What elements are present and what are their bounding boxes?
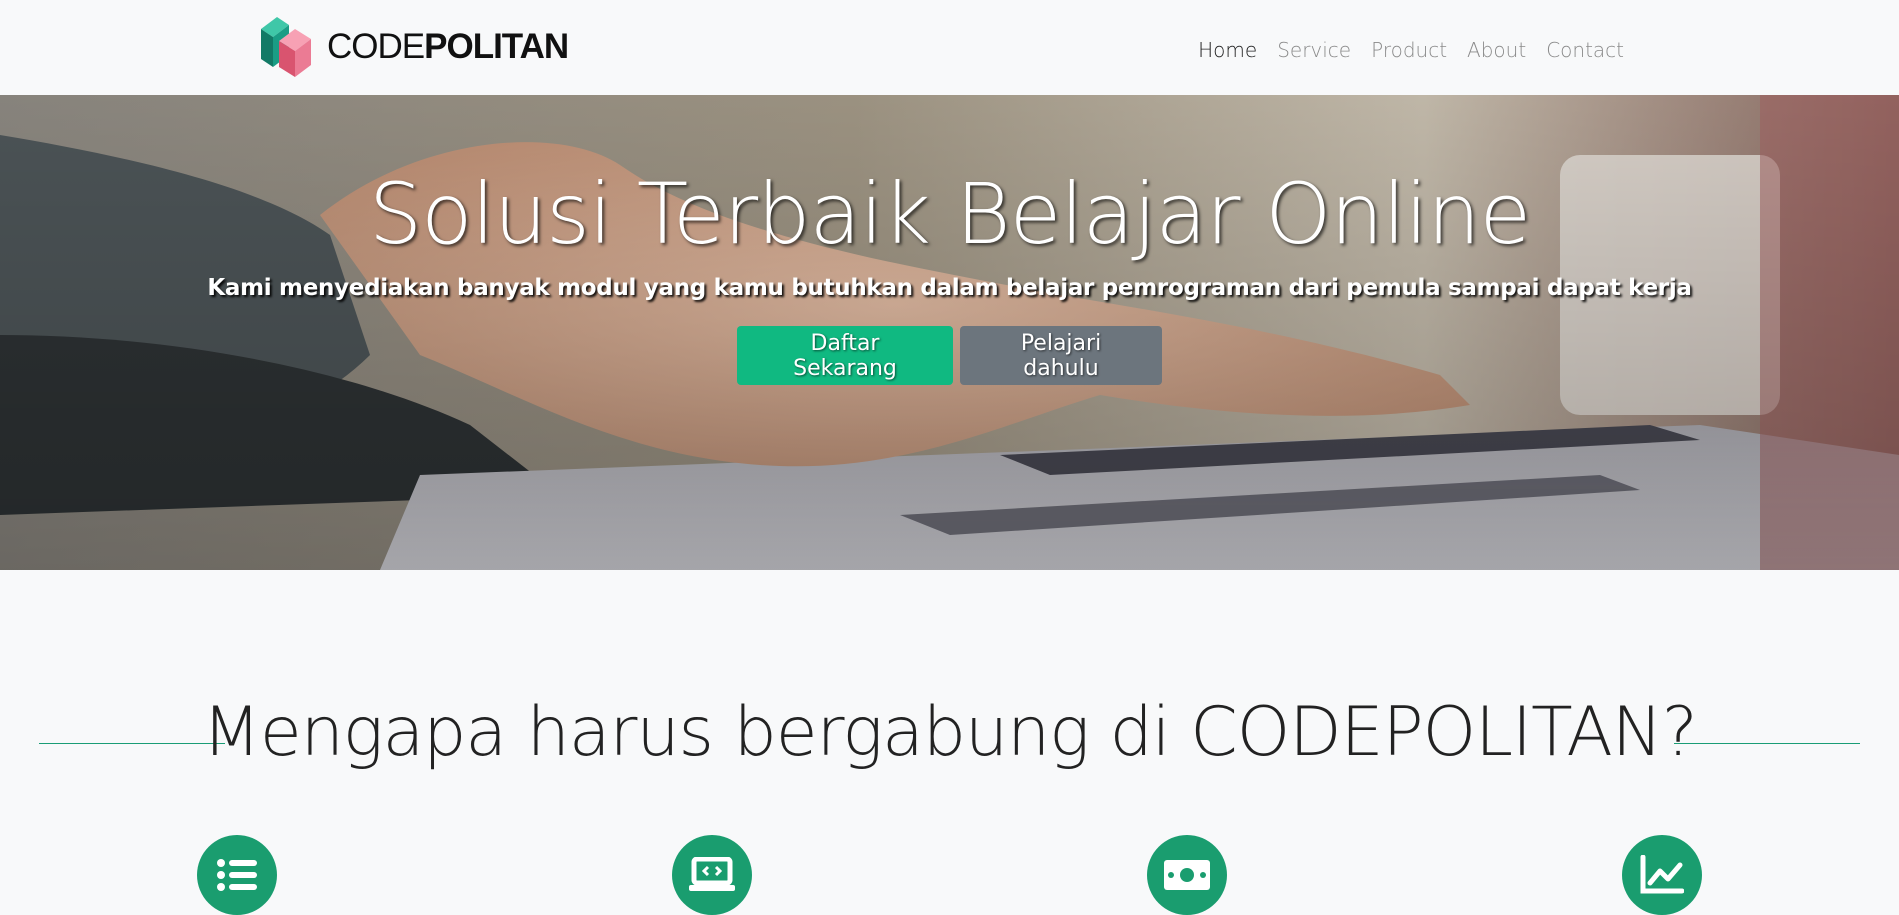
why-join-section: Mengapa harus bergabung di CODEPOLITAN? (0, 570, 1899, 915)
brand-name: CODEPOLITAN (327, 27, 569, 66)
main-nav: Home Service Product About Contact (1188, 30, 1634, 70)
learn-first-button[interactable]: Pelajari dahulu (960, 326, 1162, 385)
nav-contact[interactable]: Contact (1536, 30, 1634, 70)
chart-line-icon (1622, 835, 1702, 915)
money-bill-icon (1147, 835, 1227, 915)
hero-banner: Solusi Terbaik Belajar Online Kami menye… (0, 95, 1899, 570)
nav-home[interactable]: Home (1188, 30, 1267, 70)
nav-about[interactable]: About (1457, 30, 1536, 70)
hero-title: Solusi Terbaik Belajar Online (368, 165, 1531, 263)
title-divider-right (1674, 743, 1860, 744)
register-now-button[interactable]: Daftar Sekarang (737, 326, 953, 385)
codepolitan-logo-icon (261, 17, 311, 77)
navbar: CODEPOLITAN Home Service Product About C… (0, 0, 1899, 95)
brand-logo[interactable]: CODEPOLITAN (255, 15, 569, 79)
laptop-code-icon (672, 835, 752, 915)
hero-subtitle: Kami menyediakan banyak modul yang kamu … (207, 275, 1692, 301)
list-icon (197, 835, 277, 915)
section-title: Mengapa harus bergabung di CODEPOLITAN? (202, 693, 1698, 772)
nav-service[interactable]: Service (1267, 30, 1361, 70)
hero-actions: Daftar Sekarang Pelajari dahulu (0, 326, 1899, 385)
nav-product[interactable]: Product (1361, 30, 1457, 70)
